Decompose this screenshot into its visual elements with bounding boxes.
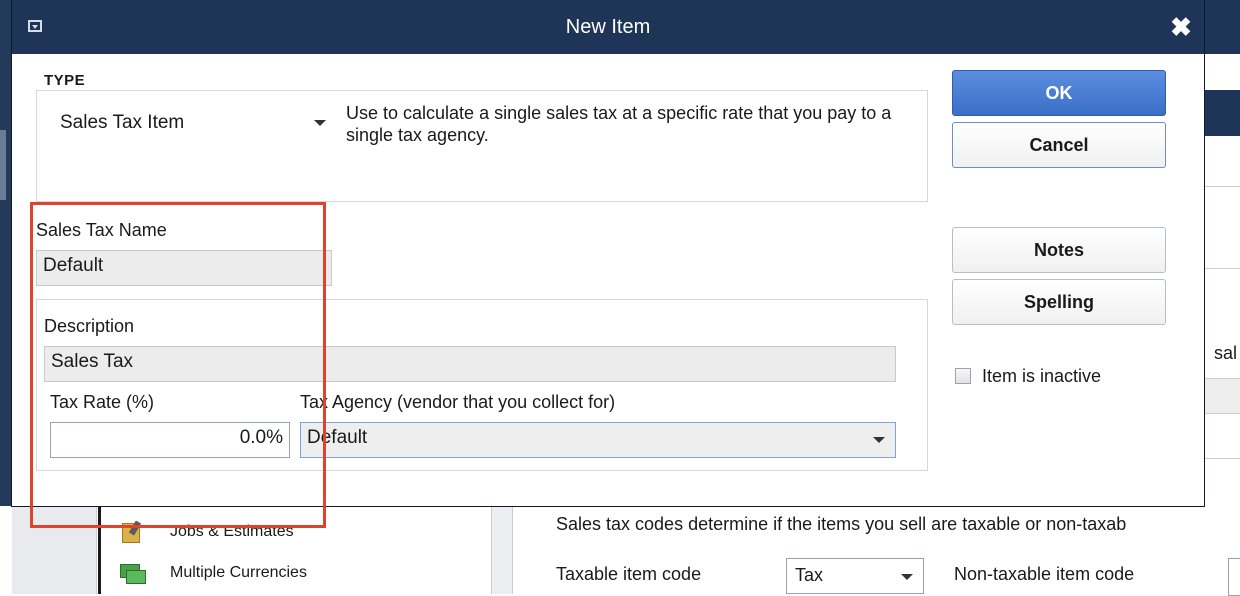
chevron-down-icon: [901, 574, 913, 580]
type-description: Use to calculate a single sales tax at a…: [346, 103, 892, 145]
dialog-body: TYPE Sales Tax Item Use to calculate a s…: [12, 54, 1204, 528]
item-inactive-checkbox[interactable]: [955, 368, 971, 384]
cancel-button[interactable]: Cancel: [952, 122, 1166, 168]
tax-agency-label: Tax Agency (vendor that you collect for): [300, 392, 616, 412]
tax-agency-select[interactable]: Default: [300, 422, 896, 458]
ok-button[interactable]: OK: [952, 70, 1166, 116]
app-right-field: [1204, 378, 1240, 414]
app-right-partial-text: sal: [1214, 343, 1238, 363]
app-right-divider: [1204, 268, 1240, 269]
app-right-titlebar: [1204, 0, 1240, 54]
nav-item-multiple-currencies[interactable]: Multiple Currencies: [120, 561, 307, 585]
type-select[interactable]: Sales Tax Item: [56, 106, 334, 142]
taxable-item-code-select[interactable]: Tax: [786, 558, 924, 594]
dialog-titlebar[interactable]: New Item ✖: [12, 0, 1204, 54]
type-label: TYPE: [42, 72, 88, 89]
multiple-currencies-icon: [120, 562, 146, 584]
nav-item-label: Multiple Currencies: [170, 564, 307, 581]
app-left-scroll-tick: [0, 130, 6, 200]
taxable-item-code-label: Taxable item code: [556, 564, 702, 584]
spelling-button[interactable]: Spelling: [952, 279, 1166, 325]
non-taxable-item-code-select[interactable]: [1228, 558, 1240, 596]
app-right-divider: [1204, 186, 1240, 187]
close-icon[interactable]: ✖: [1168, 14, 1194, 40]
non-taxable-item-code-label: Non-taxable item code: [954, 564, 1135, 584]
type-select-value: Sales Tax Item: [60, 112, 185, 133]
app-right-divider: [1204, 458, 1240, 459]
dialog-title: New Item: [565, 16, 651, 38]
chevron-down-icon: [873, 437, 885, 443]
app-left-edge: [0, 0, 12, 594]
app-right-header-band: [1204, 90, 1240, 136]
chevron-down-icon: [314, 120, 326, 126]
item-inactive-label: Item is inactive: [982, 366, 1102, 386]
taxable-item-code-value: Tax: [795, 565, 824, 585]
nav-splitter[interactable]: [491, 506, 513, 594]
new-item-dialog: New Item ✖ TYPE Sales Tax Item Use to ca…: [12, 0, 1204, 528]
highlight-annotation-box: [30, 202, 326, 528]
notes-button[interactable]: Notes: [952, 227, 1166, 273]
sales-tax-codes-text: Sales tax codes determine if the items y…: [556, 514, 1127, 534]
